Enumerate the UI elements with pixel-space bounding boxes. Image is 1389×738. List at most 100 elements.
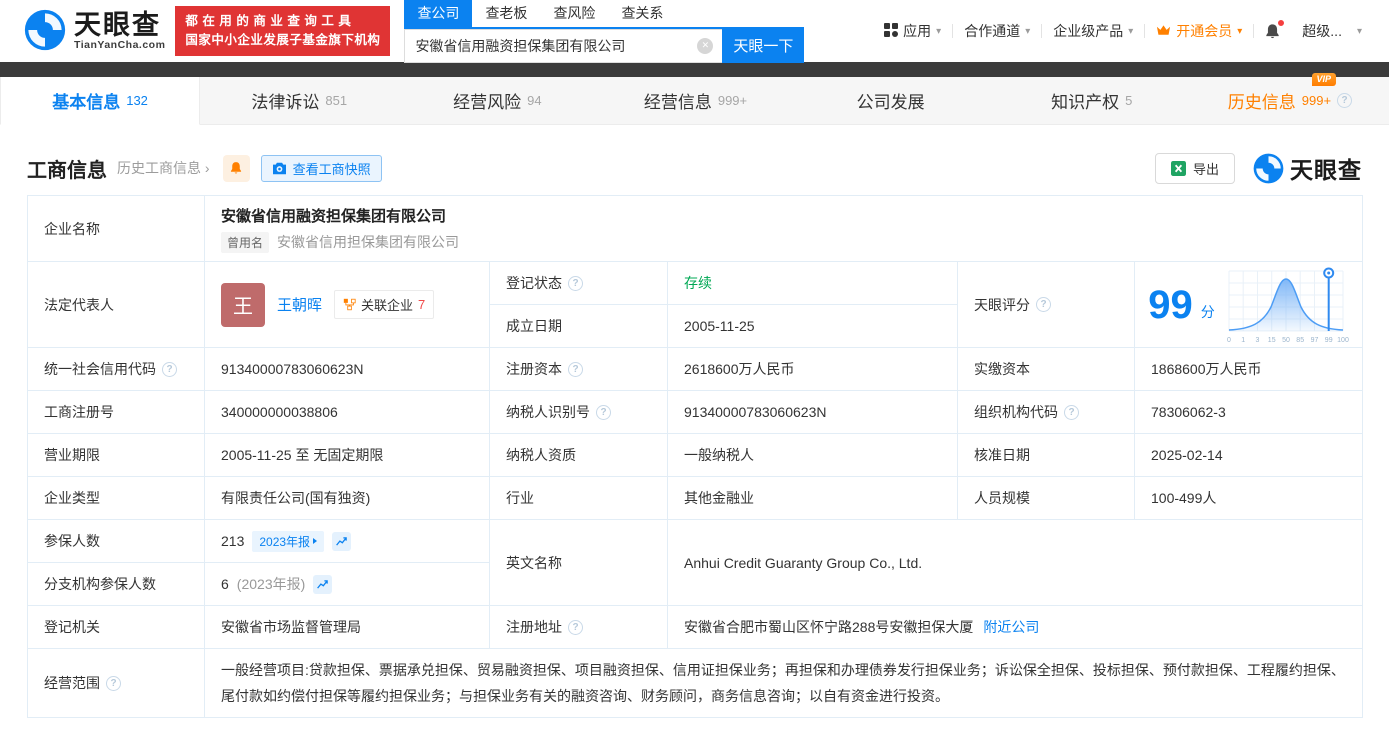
nav-enterprise-label: 企业级产品 <box>1053 23 1124 39</box>
former-name-tag: 曾用名 <box>221 231 270 253</box>
legal-rep-label: 法定代表人 <box>27 261 205 348</box>
chevron-down-icon: ▾ <box>1025 25 1031 37</box>
branch-insured-count: 6 <box>221 576 229 592</box>
reg-address: 安徽省合肥市蜀山区怀宁路288号安徽担保大厦 <box>684 619 974 635</box>
nav-apps[interactable]: 应用 ▾ <box>873 21 952 41</box>
score-distribution-chart: 0 1 3 15 50 85 97 99 100 <box>1227 267 1349 344</box>
nav-vip[interactable]: 开通会员 ▾ <box>1145 21 1253 41</box>
subscribe-bell-button[interactable] <box>222 154 250 182</box>
help-icon[interactable]: ? <box>568 619 583 635</box>
business-snapshot-button[interactable]: 查看工商快照 <box>260 154 382 182</box>
history-info-link[interactable]: 历史工商信息 › <box>117 158 210 178</box>
reg-capital-label: 注册资本 <box>506 361 562 377</box>
legal-rep-link[interactable]: 王朝晖 <box>277 294 322 315</box>
nav-partner[interactable]: 合作通道 ▾ <box>953 21 1041 41</box>
business-scope-cell: 一般经营项目:贷款担保、票据承兑担保、贸易融资担保、项目融资担保、信用证担保业务… <box>204 648 1363 718</box>
top-nav: 应用 ▾ 合作通道 ▾ 企业级产品 ▾ 开通会员 ▾ 超级... ▾ <box>873 18 1373 41</box>
help-icon[interactable]: ? <box>596 404 611 420</box>
business-term-label: 营业期限 <box>27 433 205 477</box>
tab-label: 公司发展 <box>856 93 925 112</box>
org-code-label-cell: 组织机构代码? <box>957 390 1135 434</box>
tab-operating-risk[interactable]: 经营风险 94 <box>398 77 596 124</box>
related-companies-tag[interactable]: 关联企业 7 <box>334 290 435 319</box>
help-icon[interactable]: ? <box>162 361 177 377</box>
search-tab-risk[interactable]: 查风险 <box>540 0 608 27</box>
network-icon <box>343 298 356 311</box>
tianyancha-watermark: 天眼查 <box>1253 151 1362 185</box>
search-tab-relation[interactable]: 查关系 <box>608 0 676 27</box>
reg-status-label-cell: 登记状态? <box>489 261 668 305</box>
table-row: 参保人数 213 2023年报 英文名称 Anhui Credit Guaran… <box>27 519 1363 606</box>
help-icon[interactable]: ? <box>1337 93 1353 108</box>
chevron-right-icon: › <box>204 160 210 176</box>
insured-count: 213 <box>221 533 245 549</box>
reg-address-cell: 安徽省合肥市蜀山区怀宁路288号安徽担保大厦 附近公司 <box>667 605 1363 649</box>
notification-dot <box>1277 18 1286 27</box>
svg-text:85: 85 <box>1296 337 1304 344</box>
score-value: 99 <box>1148 282 1193 327</box>
nav-partner-label: 合作通道 <box>964 23 1021 39</box>
excel-icon <box>1170 160 1186 176</box>
section-title: 工商信息 <box>27 159 107 182</box>
promo-line1: 都在用的商业查询工具 <box>185 14 356 28</box>
annual-report-tag[interactable]: 2023年报 <box>252 530 325 552</box>
nav-apps-label: 应用 <box>903 23 932 39</box>
export-button[interactable]: 导出 <box>1154 152 1235 184</box>
notifications-bell[interactable] <box>1254 18 1291 40</box>
reg-capital-label-cell: 注册资本? <box>489 347 668 391</box>
svg-text:0: 0 <box>1227 337 1231 344</box>
watermark-title: 天眼查 <box>1290 157 1362 183</box>
status-badge: 存续 <box>684 275 712 291</box>
company-name-cell: 安徽省信用融资担保集团有限公司 曾用名 安徽省信用担保集团有限公司 <box>204 195 1363 262</box>
org-code-cell: 78306062-3 <box>1134 390 1363 434</box>
tab-company-development[interactable]: 公司发展 <box>795 77 993 124</box>
trend-chart-button[interactable] <box>332 531 352 551</box>
bell-icon <box>230 162 242 174</box>
nearby-companies-link[interactable]: 附近公司 <box>983 617 1039 637</box>
nav-super-caret[interactable]: ▾ <box>1346 26 1373 37</box>
svg-text:97: 97 <box>1310 337 1318 344</box>
chevron-down-icon: ▾ <box>1356 25 1362 37</box>
established-label: 成立日期 <box>489 304 668 348</box>
table-row: 经营范围? 一般经营项目:贷款担保、票据承兑担保、贸易融资担保、项目融资担保、信… <box>27 648 1363 718</box>
help-icon[interactable]: ? <box>568 275 583 291</box>
tab-intellectual-property[interactable]: 知识产权 5 <box>993 77 1191 124</box>
tab-history-info[interactable]: VIP 历史信息 999+ ? <box>1191 73 1389 124</box>
search-tabs: 查公司 查老板 查风险 查关系 <box>404 0 805 29</box>
logo-domain: TianYanCha.com <box>74 39 166 51</box>
grid-icon <box>884 22 899 40</box>
search-tab-company[interactable]: 查公司 <box>404 0 473 27</box>
help-icon[interactable]: ? <box>1036 297 1051 312</box>
search-input[interactable] <box>404 28 723 63</box>
score-label: 天眼评分 <box>974 296 1030 313</box>
industry-cell: 其他金融业 <box>667 476 958 520</box>
table-row: 营业期限 2005-11-25 至 无固定期限 纳税人资质 一般纳税人 核准日期… <box>27 433 1363 477</box>
trend-chart-icon <box>336 536 347 546</box>
table-row: 登记机关 安徽省市场监督管理局 注册地址? 安徽省合肥市蜀山区怀宁路288号安徽… <box>27 605 1363 649</box>
tab-legal-litigation[interactable]: 法律诉讼 851 <box>200 77 398 124</box>
tab-label: 经营风险 <box>453 93 522 112</box>
help-icon[interactable]: ? <box>106 675 121 691</box>
nav-enterprise[interactable]: 企业级产品 ▾ <box>1042 21 1144 41</box>
branch-insured-cell: 6 (2023年报) <box>204 562 490 606</box>
tab-business-info[interactable]: 经营信息 999+ <box>596 77 794 124</box>
trend-chart-button[interactable] <box>313 574 333 594</box>
tab-basic-info[interactable]: 基本信息 132 <box>0 77 201 125</box>
section-header: 工商信息 历史工商信息 › 查看工商快照 导出 天眼查 <box>0 150 1389 186</box>
help-icon[interactable]: ? <box>1064 404 1079 420</box>
svg-text:3: 3 <box>1255 337 1259 344</box>
table-row: 企业名称 安徽省信用融资担保集团有限公司 曾用名 安徽省信用担保集团有限公司 <box>27 195 1363 262</box>
search-button[interactable]: 天眼一下 <box>722 28 805 63</box>
help-icon[interactable]: ? <box>568 361 583 377</box>
clear-search-icon[interactable]: ✕ <box>697 37 714 54</box>
english-name-cell: Anhui Credit Guaranty Group Co., Ltd. <box>667 519 1363 606</box>
caret-right-icon <box>313 538 318 544</box>
tianyancha-logo[interactable]: 天眼查 TianYanCha.com <box>24 9 165 54</box>
tab-count: 5 <box>1125 93 1133 108</box>
tab-count: 94 <box>527 93 542 108</box>
tab-label: 基本信息 <box>52 93 121 112</box>
avatar[interactable]: 王 <box>221 282 265 327</box>
search-tab-boss[interactable]: 查老板 <box>472 0 540 27</box>
nav-super-vip[interactable]: 超级... <box>1291 21 1346 41</box>
taxpayer-id-label-cell: 纳税人识别号? <box>489 390 668 434</box>
